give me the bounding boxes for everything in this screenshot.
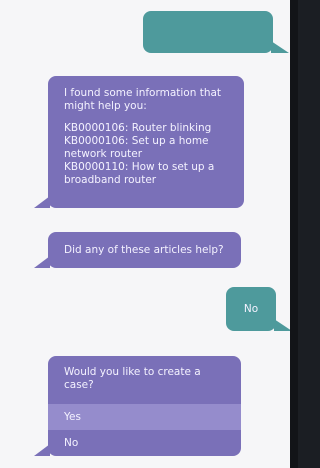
bubble-tail — [271, 41, 289, 53]
article-link[interactable]: KB0000110: How to set up a broadband rou… — [64, 161, 228, 187]
bot-message-articles: I found some information that might help… — [34, 76, 244, 208]
option-no[interactable]: No — [48, 430, 241, 456]
create-case-card: Would you like to create a case? Yes No — [34, 356, 241, 456]
user-reply-bubble: No — [226, 287, 292, 331]
create-case-question: Would you like to create a case? — [64, 366, 201, 391]
bubble-tail — [274, 319, 292, 331]
bot-message-question: Did any of these articles help? — [34, 232, 241, 268]
article-link[interactable]: KB0000106: Router blinking — [64, 122, 228, 135]
bubble-tail — [34, 444, 50, 456]
user-reply-text: No — [243, 303, 259, 315]
option-yes[interactable]: Yes — [48, 404, 241, 430]
bot-intro-text: I found some information that might help… — [64, 87, 222, 112]
article-list: KB0000106: Router blinking KB0000106: Se… — [64, 122, 228, 187]
user-message-bubble — [143, 11, 289, 53]
article-link[interactable]: KB0000106: Set up a home network router — [64, 135, 228, 161]
chat-window: I found some information that might help… — [0, 0, 298, 468]
bot-question-text: Did any of these articles help? — [64, 244, 224, 256]
bubble-tail — [34, 256, 50, 268]
bubble-tail — [34, 196, 50, 208]
